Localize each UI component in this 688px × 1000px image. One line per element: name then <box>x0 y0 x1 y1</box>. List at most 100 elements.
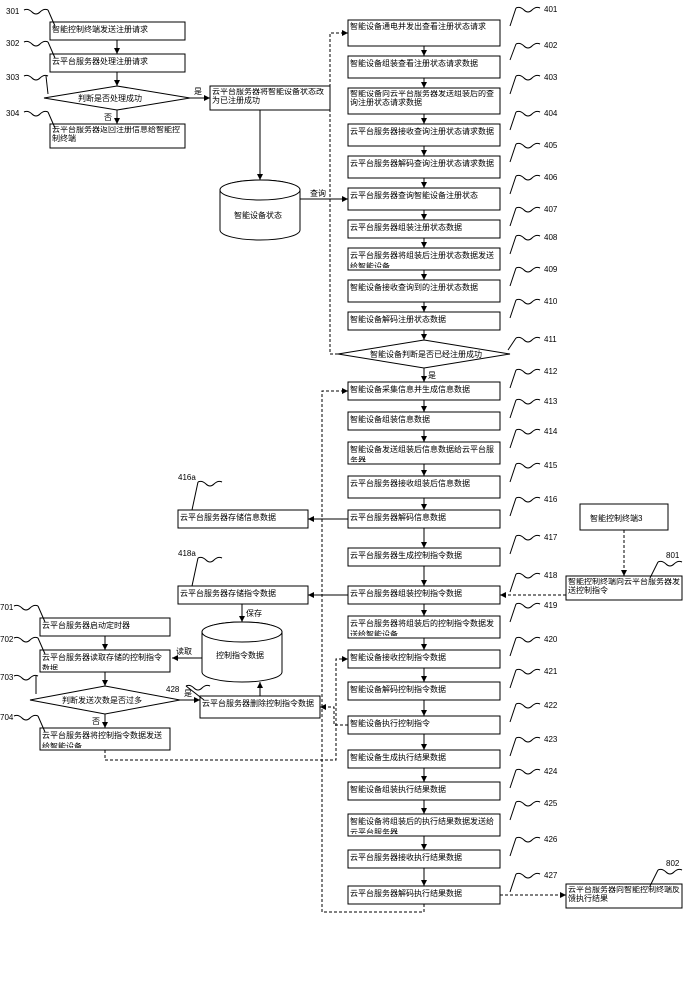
step-301: 智能控制终端发送注册请求 <box>52 24 183 35</box>
num-419: 419 <box>544 601 558 610</box>
num-303: 303 <box>6 73 20 82</box>
mid-column: 云平台服务器存储信息数据 416a 云平台服务器存储指令数据 418a 控制指令… <box>166 473 348 725</box>
yes-703: 是 <box>184 689 192 698</box>
num-402: 402 <box>544 41 558 50</box>
read-label: 读取 <box>176 646 192 656</box>
step-408: 云平台服务器将组装后注册状态数据发送给智能设备 <box>350 250 498 268</box>
num-801: 801 <box>666 551 680 560</box>
step-701: 云平台服务器启动定时器 <box>42 620 168 631</box>
num-420: 420 <box>544 635 558 644</box>
num-411: 411 <box>544 335 557 344</box>
step-415: 云平台服务器接收组装后信息数据 <box>350 478 498 489</box>
ctrl-cylinder: 控制指令数据 <box>202 622 282 682</box>
step-302: 云平台服务器处理注册请求 <box>52 56 183 67</box>
step-428: 云平台服务器删除控制指令数据 <box>202 698 318 709</box>
decision-303-text: 判断是否处理成功 <box>78 93 142 103</box>
num-403: 403 <box>544 73 558 82</box>
step-801: 智能控制终端向云平台服务器发送控制指令 <box>568 578 680 596</box>
yes-303: 是 <box>194 87 202 96</box>
step-401: 智能设备通电并发出查看注册状态请求 <box>350 22 498 32</box>
step-413: 智能设备组装信息数据 <box>350 414 498 425</box>
yes-411: 是 <box>428 371 436 380</box>
num-424: 424 <box>544 767 558 776</box>
num-301: 301 <box>6 7 20 16</box>
decision-411-text: 智能设备判断是否已经注册成功 <box>370 349 482 359</box>
device-state-cylinder: 智能设备状态 <box>220 180 300 240</box>
step-304: 云平台服务器返回注册信息给智能控制终端 <box>52 126 183 144</box>
step-419: 云平台服务器将组装后的控制指令数据发送给智能设备 <box>350 618 498 636</box>
num-415: 415 <box>544 461 558 470</box>
num-702: 702 <box>0 635 14 644</box>
step-426: 云平台服务器接收执行结果数据 <box>350 852 498 863</box>
num-703: 703 <box>0 673 14 682</box>
num-406: 406 <box>544 173 558 182</box>
step-405: 云平台服务器解码查询注册状态请求数据 <box>350 158 498 169</box>
num-701: 701 <box>0 603 14 612</box>
num-414: 414 <box>544 427 558 436</box>
num-409: 409 <box>544 265 558 274</box>
num-412: 412 <box>544 367 558 376</box>
step-303b: 云平台服务器将智能设备状态改为已注册成功 <box>212 88 328 106</box>
num-416: 416 <box>544 495 558 504</box>
num-416a: 416a <box>178 473 196 482</box>
num-802: 802 <box>666 859 680 868</box>
query-label: 查询 <box>310 188 326 198</box>
num-421: 421 <box>544 667 558 676</box>
num-418a: 418a <box>178 549 196 558</box>
num-302: 302 <box>6 39 20 48</box>
step-412: 智能设备采集信息并生成信息数据 <box>350 384 498 395</box>
num-304: 304 <box>6 109 20 118</box>
terminal-3: 智能控制终端3 <box>590 513 643 523</box>
step-802: 云平台服务器向智能控制终端反馈执行结果 <box>568 886 680 904</box>
step-414: 智能设备发送组装后信息数据给云平台服务器 <box>350 444 498 462</box>
decision-703-text: 判断发送次数是否过多 <box>62 695 142 705</box>
num-404: 404 <box>544 109 558 118</box>
num-408: 408 <box>544 233 558 242</box>
step-416a: 云平台服务器存储信息数据 <box>180 512 306 523</box>
num-704: 704 <box>0 713 14 722</box>
step-404: 云平台服务器接收查询注册状态请求数据 <box>350 126 498 137</box>
state-cylinder-label: 智能设备状态 <box>234 210 282 220</box>
flowchart-diagram: 智能设备通电并发出查看注册状态请求 401 智能设备组装查看注册状态请求数据 4… <box>0 0 688 1000</box>
save-label: 保存 <box>246 608 262 618</box>
right-column: 智能设备通电并发出查看注册状态请求 401 智能设备组装查看注册状态请求数据 4… <box>322 5 558 912</box>
num-401: 401 <box>544 5 558 14</box>
num-425: 425 <box>544 799 558 808</box>
step-422: 智能设备执行控制指令 <box>350 718 498 729</box>
step-420: 智能设备接收控制指令数据 <box>350 652 498 663</box>
num-427: 427 <box>544 871 558 880</box>
step-402: 智能设备组装查看注册状态请求数据 <box>350 58 498 69</box>
step-417: 云平台服务器生成控制指令数据 <box>350 550 498 561</box>
bottomleft-column: 云平台服务器启动定时器 701 云平台服务器读取存储的控制指令数据 702 判断… <box>0 603 348 760</box>
num-418: 418 <box>544 571 558 580</box>
num-410: 410 <box>544 297 558 306</box>
num-405: 405 <box>544 141 558 150</box>
step-416: 云平台服务器解码信息数据 <box>350 512 498 523</box>
ctrl-cylinder-label: 控制指令数据 <box>216 650 264 660</box>
step-704: 云平台服务器将控制指令数据发送给智能设备 <box>42 730 168 748</box>
step-409: 智能设备接收查询到的注册状态数据 <box>350 282 498 293</box>
far-right-column: 智能控制终端3 智能控制终端向云平台服务器发送控制指令 801 云平台服务器向智… <box>500 504 682 908</box>
step-407: 云平台服务器组装注册状态数据 <box>350 222 498 233</box>
step-418a: 云平台服务器存储指令数据 <box>180 588 306 599</box>
step-421: 智能设备解码控制指令数据 <box>350 684 498 695</box>
step-403: 智能设备向云平台服务器发送组装后的查询注册状态请求数据 <box>350 90 498 108</box>
num-407: 407 <box>544 205 558 214</box>
num-422: 422 <box>544 701 558 710</box>
no-303: 否 <box>104 113 112 122</box>
num-428: 428 <box>166 685 180 694</box>
num-423: 423 <box>544 735 558 744</box>
num-426: 426 <box>544 835 558 844</box>
left-column: 智能控制终端发送注册请求 301 云平台服务器处理注册请求 302 判断是否处理… <box>6 7 348 240</box>
no-703: 否 <box>92 717 100 726</box>
step-424: 智能设备组装执行结果数据 <box>350 784 498 795</box>
num-417: 417 <box>544 533 558 542</box>
step-702: 云平台服务器读取存储的控制指令数据 <box>42 652 168 670</box>
step-410: 智能设备解码注册状态数据 <box>350 314 498 325</box>
num-413: 413 <box>544 397 558 406</box>
step-406: 云平台服务器查询智能设备注册状态 <box>350 190 498 201</box>
step-423: 智能设备生成执行结果数据 <box>350 752 498 763</box>
step-425: 智能设备将组装后的执行结果数据发送给云平台服务器 <box>350 816 498 834</box>
step-418: 云平台服务器组装控制指令数据 <box>350 588 498 599</box>
step-427: 云平台服务器解码执行结果数据 <box>350 888 498 899</box>
